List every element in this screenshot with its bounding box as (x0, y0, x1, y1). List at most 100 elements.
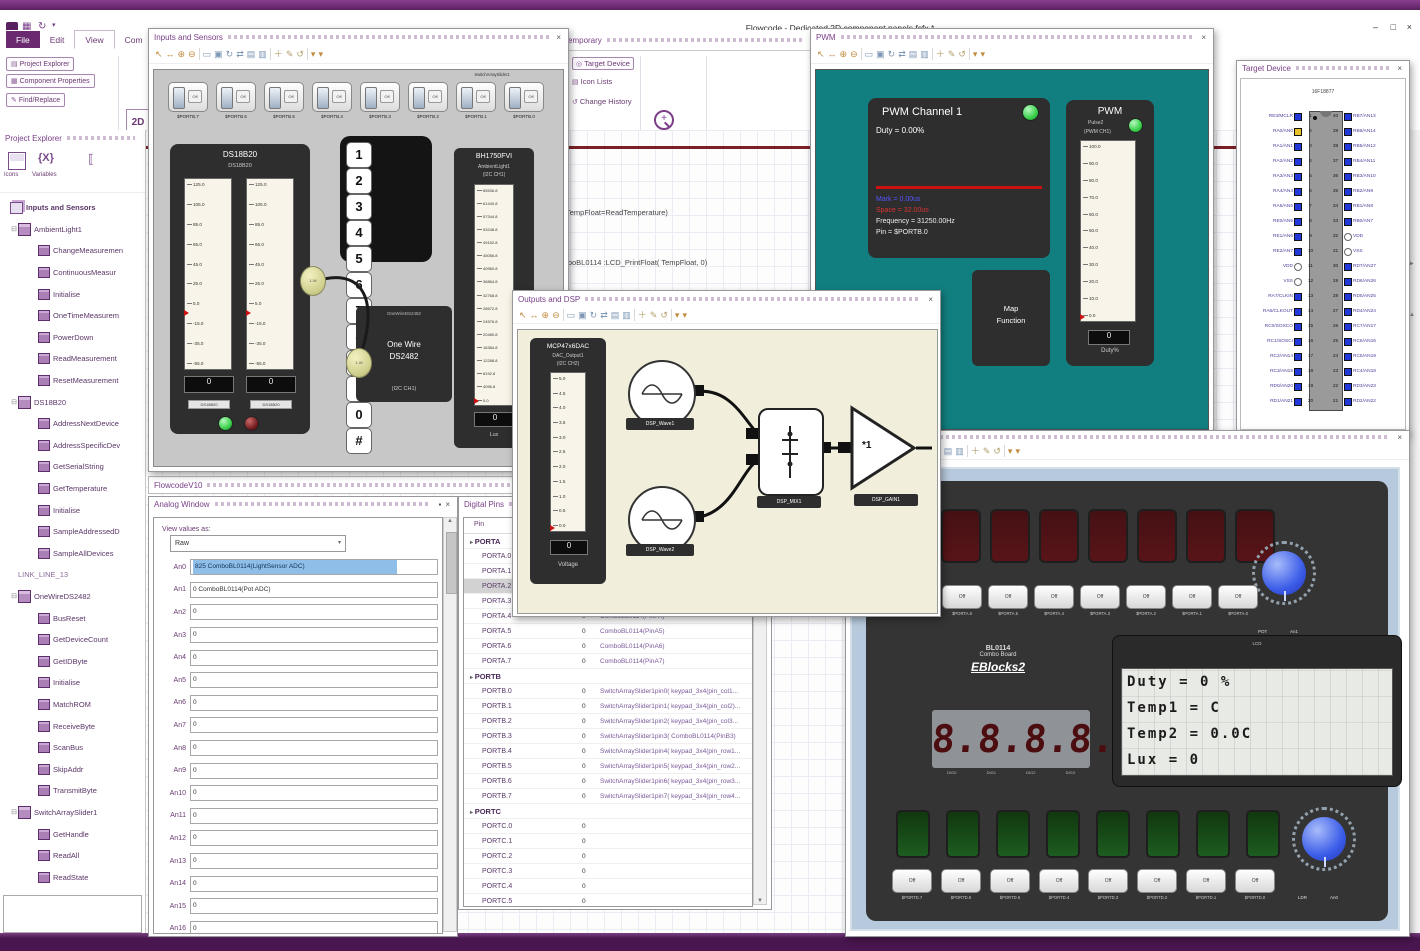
pin-pad-right[interactable] (1344, 202, 1352, 211)
tree-expander-icon[interactable]: ⊟ (10, 225, 18, 233)
toolbar-icon[interactable]: ↖ (519, 309, 527, 321)
voltage-slider[interactable]: 5.0 4.5 4.0 3.5 3.0 2.5 2.0 1.5 1.0 0.5 0.0 (550, 372, 586, 532)
outputs-canvas[interactable]: MCP47x6DAC DAC_Output1 (I2C CH2) 5.0 4.5 4… (517, 329, 938, 614)
toolbar-icon[interactable]: ✎ (983, 445, 991, 457)
tree-item[interactable]: ⊟ OneTimeMeasurem (0, 305, 145, 327)
pin-pad-left[interactable] (1294, 352, 1302, 361)
pwm-panel-title[interactable]: PWM × (811, 29, 1213, 45)
tree-item[interactable]: ⊟ MatchROM (0, 694, 145, 716)
switch-button[interactable]: Off (988, 585, 1028, 609)
switch-button[interactable]: Off (1088, 869, 1128, 893)
toolbar-icon[interactable]: ▥ (920, 48, 929, 60)
scrollbar-thumb[interactable] (446, 532, 457, 594)
close-icon[interactable]: × (1395, 433, 1404, 442)
analog-value-input[interactable]: 0 (190, 740, 438, 757)
digital-pin-row[interactable]: PORTB.4 0 SwitchArraySlider1pin4( keypad… (464, 744, 752, 759)
scroll-right-icon[interactable]: ▶ (1409, 260, 1420, 267)
pin-pad-left[interactable] (1294, 382, 1302, 391)
tree-item[interactable]: ⊟ BusReset (0, 607, 145, 629)
analog-value-input[interactable]: 0 (190, 604, 438, 621)
tree-item[interactable]: ⊟ ReceiveByte (0, 715, 145, 737)
digital-pin-row[interactable]: PORTC.5 0 (464, 894, 752, 906)
quick-access-dropdown-icon[interactable]: ▾ (52, 21, 56, 29)
pin-pad-left[interactable] (1294, 202, 1302, 211)
temporary-panel-title[interactable]: Temporary (560, 30, 812, 51)
tree-item[interactable]: ⊟ Initialise (0, 672, 145, 694)
analog-value-input[interactable]: 0 (190, 649, 438, 666)
digital-pin-row[interactable]: PORTB.5 0 SwitchArraySlider1pin5( keypad… (464, 759, 752, 774)
digital-pin-row[interactable]: PORTB (464, 669, 752, 684)
analog-value-input[interactable]: 0 ComboBL0114(Pot ADC) (190, 581, 438, 598)
toolbar-icon[interactable]: ↻ (888, 48, 896, 60)
switch-button[interactable]: Off (1137, 869, 1177, 893)
dsp-mixer-block[interactable] (758, 408, 824, 496)
toolbar-icon[interactable]: ▭ (865, 48, 874, 60)
analog-value-input[interactable]: 0 (190, 762, 438, 779)
pin-pad-right[interactable] (1344, 262, 1352, 271)
toolbar-icon[interactable]: ⊖ (552, 309, 560, 321)
pin-pad-left[interactable] (1294, 322, 1302, 331)
toolbar-icon[interactable]: ⇄ (898, 48, 906, 60)
switch-button[interactable]: Off (941, 869, 981, 893)
pin-pad-right[interactable] (1344, 187, 1352, 196)
toolbar-icon[interactable]: ▥ (955, 445, 964, 457)
toolbar-icon[interactable]: ▤ (247, 48, 256, 60)
toolbar-icon[interactable] (633, 309, 635, 321)
analog-value-input[interactable]: 0 (190, 807, 438, 824)
pin-pad-left[interactable] (1294, 142, 1302, 151)
analog-value-input[interactable]: 0 (190, 830, 438, 847)
toolbar-icon[interactable] (931, 48, 933, 60)
pin-pad-left[interactable] (1294, 217, 1302, 226)
digital-pin-row[interactable]: PORTB.0 0 SwitchArraySlider1pin0( keypad… (464, 684, 752, 699)
tree-item[interactable]: ⊟ GetIDByte (0, 650, 145, 672)
toolbar-icon[interactable]: ⇄ (600, 309, 608, 321)
tree-item[interactable]: ⊟ SampleAllDevices (0, 543, 145, 565)
switch-button[interactable]: Off (990, 869, 1030, 893)
tree-item[interactable]: ⊟ SwitchArraySlider1 (0, 802, 145, 824)
close-icon[interactable]: × (1199, 33, 1208, 42)
toolbar-icon[interactable]: ＋ (274, 48, 283, 60)
pin-pad-left[interactable] (1294, 157, 1302, 166)
toolbar-icon[interactable]: ＋ (936, 48, 945, 60)
tree-expander-icon[interactable]: ⊟ (10, 808, 18, 816)
project-explorer-title[interactable]: Project Explorer (0, 130, 145, 146)
toolbar-icon[interactable]: ↻ (590, 309, 598, 321)
analog-value-input[interactable]: 0 (190, 694, 438, 711)
switch-button[interactable]: Off (1080, 585, 1120, 609)
tree-item[interactable]: ⊟ DS18B20 (0, 391, 145, 413)
toolbar-icon[interactable]: ↺ (296, 48, 304, 60)
tree-item[interactable]: ⊟ Initialise (0, 499, 145, 521)
toolbar-icon[interactable]: ▣ (214, 48, 223, 60)
close-icon[interactable]: × (443, 500, 452, 509)
tree-item[interactable]: ⊟ GetHandle (0, 823, 145, 845)
switch-button[interactable]: Off (1235, 869, 1275, 893)
voltage-value[interactable]: 0 (550, 540, 588, 555)
digital-pin-row[interactable]: PORTA.6 0 ComboBL0114(PinA6) (464, 639, 752, 654)
variables-icon[interactable]: {X} (38, 152, 54, 164)
toolbar-icon[interactable] (968, 48, 970, 60)
dac-block[interactable]: MCP47x6DAC DAC_Output1 (I2C CH2) 5.0 4.5 4… (530, 338, 606, 584)
toolbar-icon[interactable]: ✎ (286, 48, 294, 60)
pin-pad-right[interactable] (1344, 157, 1352, 166)
pin-pad-right[interactable] (1344, 307, 1352, 316)
close-icon[interactable]: × (1395, 64, 1404, 73)
digital-pin-row[interactable]: PORTB.7 0 SwitchArraySlider1pin7( keypad… (464, 789, 752, 804)
toolbar-icon[interactable]: ✎ (650, 309, 658, 321)
toolbar-icon[interactable]: ⊕ (840, 48, 848, 60)
tree-item[interactable]: ⊟ SkipAddr (0, 758, 145, 780)
tree-item[interactable]: ⊟ ResetMeasurement (0, 370, 145, 392)
pin-pad-left[interactable] (1294, 172, 1302, 181)
close-icon[interactable]: × (554, 33, 563, 42)
digital-pin-row[interactable]: PORTC.0 0 (464, 819, 752, 834)
ribbon-toggle[interactable]: ▤ Icon Lists (572, 77, 612, 86)
toolbar-icon[interactable]: ⊕ (178, 48, 186, 60)
toolbar-icon[interactable]: ↺ (660, 309, 668, 321)
pin-pad-right[interactable] (1344, 172, 1352, 181)
toolbar-icon[interactable] (562, 309, 564, 321)
toolbar-icon[interactable]: ↔ (166, 48, 175, 60)
digital-pin-row[interactable]: PORTC.2 0 (464, 849, 752, 864)
toolbar-icon[interactable]: ↖ (155, 48, 163, 60)
pin-pad-right[interactable] (1344, 352, 1352, 361)
pin-pad-left[interactable] (1294, 397, 1302, 406)
digital-pin-row[interactable]: PORTB.3 0 SwitchArraySlider1pin3( ComboB… (464, 729, 752, 744)
